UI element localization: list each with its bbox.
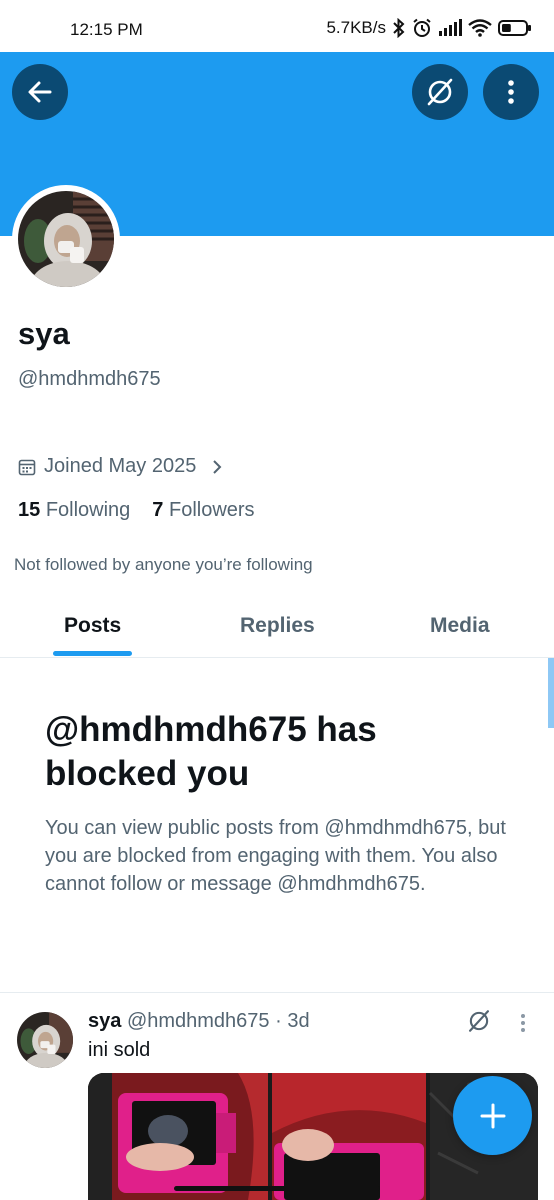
followers-label: Followers xyxy=(168,499,255,521)
following-count: 15 xyxy=(18,499,41,521)
alarm-icon xyxy=(413,18,431,37)
joined-date: Joined May 2025 xyxy=(44,455,197,477)
follow-stats: 15 Following 7 Followers xyxy=(18,499,255,522)
followers-link[interactable]: 7 Followers xyxy=(152,499,254,522)
post-time: · 3d xyxy=(275,1010,310,1032)
more-options-button[interactable] xyxy=(483,64,539,120)
back-button[interactable] xyxy=(12,64,68,120)
scrollbar[interactable] xyxy=(548,658,554,728)
status-time: 12:15 PM xyxy=(70,20,143,39)
divider xyxy=(0,992,554,993)
followers-count: 7 xyxy=(152,499,164,521)
network-speed: 5.7KB/s xyxy=(326,18,386,37)
home-indicator[interactable] xyxy=(174,1186,380,1191)
post-more-button[interactable] xyxy=(518,1012,528,1039)
display-name: sya xyxy=(18,316,70,351)
wifi-icon xyxy=(468,19,492,37)
battery-fill xyxy=(502,24,511,32)
arrow-left-icon xyxy=(28,81,52,103)
post-avatar[interactable] xyxy=(17,1012,73,1068)
post-author-name[interactable]: sya xyxy=(88,1010,121,1032)
plus-icon xyxy=(480,1103,505,1128)
post-grok-button[interactable] xyxy=(466,1008,492,1039)
more-vertical-icon xyxy=(521,1014,525,1032)
battery-icon xyxy=(498,20,531,36)
blocked-message: You can view public posts from @hmdhmdh6… xyxy=(45,817,506,895)
active-tab-indicator xyxy=(53,651,132,656)
following-label: Following xyxy=(45,499,131,521)
avatar-image xyxy=(18,191,114,287)
signal-icon xyxy=(439,19,462,36)
blocked-title: @hmdhmdh675 has blocked you xyxy=(45,710,377,793)
not-followed-note: Not followed by anyone you’re following xyxy=(14,555,313,574)
tab-media[interactable]: Media xyxy=(430,614,490,638)
joined-date-row[interactable]: Joined May 2025 xyxy=(18,455,224,478)
status-bar: 12:15 PM 5.7KB/s xyxy=(0,0,554,52)
calendar-icon xyxy=(18,459,36,475)
profile-avatar[interactable] xyxy=(12,185,120,293)
status-icons: 5.7KB/s xyxy=(326,18,532,38)
grok-icon xyxy=(427,78,453,106)
profile-handle: @hmdhmdh675 xyxy=(18,368,161,390)
tab-posts[interactable]: Posts xyxy=(64,614,121,638)
post-text: ini sold xyxy=(88,1039,151,1061)
following-link[interactable]: 15 Following xyxy=(18,499,130,522)
more-vertical-icon xyxy=(508,80,514,104)
post-header: sya @hmdhmdh675 · 3d xyxy=(88,1010,310,1033)
blocked-notice: @hmdhmdh675 has blocked you You can view… xyxy=(45,708,515,898)
grok-button[interactable] xyxy=(412,64,468,120)
bluetooth-icon xyxy=(393,18,405,38)
chevron-right-icon xyxy=(213,459,222,474)
profile-tabs: Posts Replies Media xyxy=(0,596,554,658)
post-author-handle[interactable]: @hmdhmdh675 xyxy=(127,1010,270,1032)
grok-icon xyxy=(469,1010,489,1032)
compose-button[interactable] xyxy=(453,1076,532,1155)
tab-replies[interactable]: Replies xyxy=(240,614,315,638)
